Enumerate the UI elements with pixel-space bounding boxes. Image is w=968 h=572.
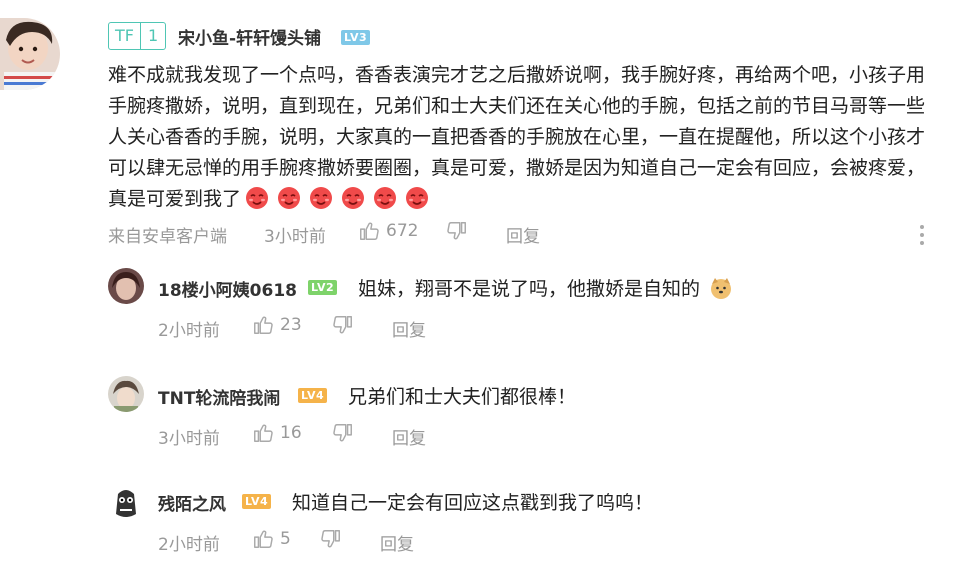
level-badge: LV3	[341, 30, 371, 45]
red-face-emoji-icon	[278, 187, 301, 209]
reply-time: 2小时前	[158, 535, 220, 555]
thumbs-down-icon	[333, 424, 352, 442]
red-face-emoji-icon	[310, 187, 333, 209]
like-count: 16	[280, 423, 302, 443]
reply-text-content: 姐妹，翔哥不是说了吗，他撒娇是自知的	[358, 278, 701, 300]
like-count: 672	[386, 221, 419, 241]
reply-text: 知道自己一定会有回应这点戳到我了呜呜！	[292, 492, 654, 514]
reply-text: 姐妹，翔哥不是说了吗，他撒娇是自知的	[358, 274, 741, 301]
thumbs-up-icon	[254, 424, 273, 442]
like-button[interactable]: 5	[252, 528, 291, 550]
like-count: 23	[280, 315, 302, 335]
reply-button[interactable]: 回复	[380, 530, 414, 555]
level-badge: LV4	[298, 388, 328, 403]
reply-time: 3小时前	[158, 429, 220, 449]
avatar[interactable]	[108, 268, 144, 304]
dislike-button[interactable]	[446, 220, 468, 242]
like-button[interactable]: 16	[252, 422, 302, 444]
doge-emoji-icon	[711, 278, 732, 299]
thumbs-down-icon	[333, 316, 352, 334]
like-count: 5	[280, 529, 291, 549]
level-badge: LV4	[242, 494, 272, 509]
reply-username[interactable]: TNT轮流陪我闹	[158, 384, 280, 409]
comment-text-content: 难不成就我发现了一个点吗，香香表演完才艺之后撒娇说啊，我手腕好疼，再给两个吧，小…	[108, 64, 926, 210]
avatar[interactable]	[0, 18, 60, 90]
reply-button[interactable]: 回复	[392, 316, 426, 341]
red-face-emoji-icon	[342, 187, 365, 209]
fan-badge-level: 1	[139, 23, 165, 49]
reply-button[interactable]: 回复	[392, 424, 426, 449]
like-button[interactable]: 23	[252, 314, 302, 336]
thumbs-up-icon	[254, 530, 273, 548]
reply-text: 兄弟们和士大夫们都很棒！	[348, 386, 577, 408]
dislike-button[interactable]	[320, 528, 342, 550]
dislike-button[interactable]	[332, 314, 354, 336]
thumbs-down-icon	[447, 222, 466, 240]
username[interactable]: 宋小鱼-轩轩馒头铺	[178, 24, 321, 49]
comment-source: 来自安卓客户端	[108, 227, 227, 247]
reply-time: 2小时前	[158, 321, 220, 341]
fan-badge[interactable]: TF 1	[108, 22, 167, 50]
thumbs-down-icon	[321, 530, 340, 548]
red-face-emoji-icon	[374, 187, 397, 209]
reply-button[interactable]: 回复	[506, 222, 540, 247]
comment-text: 难不成就我发现了一个点吗，香香表演完才艺之后撒娇说啊，我手腕好疼，再给两个吧，小…	[108, 60, 930, 215]
thumbs-up-icon	[360, 222, 379, 240]
red-face-emoji-icon	[406, 187, 429, 209]
avatar[interactable]	[108, 484, 144, 520]
more-vertical-icon[interactable]	[918, 223, 926, 247]
thumbs-up-icon	[254, 316, 273, 334]
emoji-row	[245, 187, 437, 210]
avatar[interactable]	[108, 376, 144, 412]
dislike-button[interactable]	[332, 422, 354, 444]
comment-time: 3小时前	[264, 227, 326, 247]
red-face-emoji-icon	[246, 187, 269, 209]
fan-badge-tag: TF	[115, 26, 134, 45]
reply-username[interactable]: 残陌之风	[158, 490, 226, 515]
level-badge: LV2	[308, 280, 338, 295]
like-button[interactable]: 672	[358, 220, 418, 242]
reply-username[interactable]: 18楼小阿姨0618	[158, 276, 297, 301]
